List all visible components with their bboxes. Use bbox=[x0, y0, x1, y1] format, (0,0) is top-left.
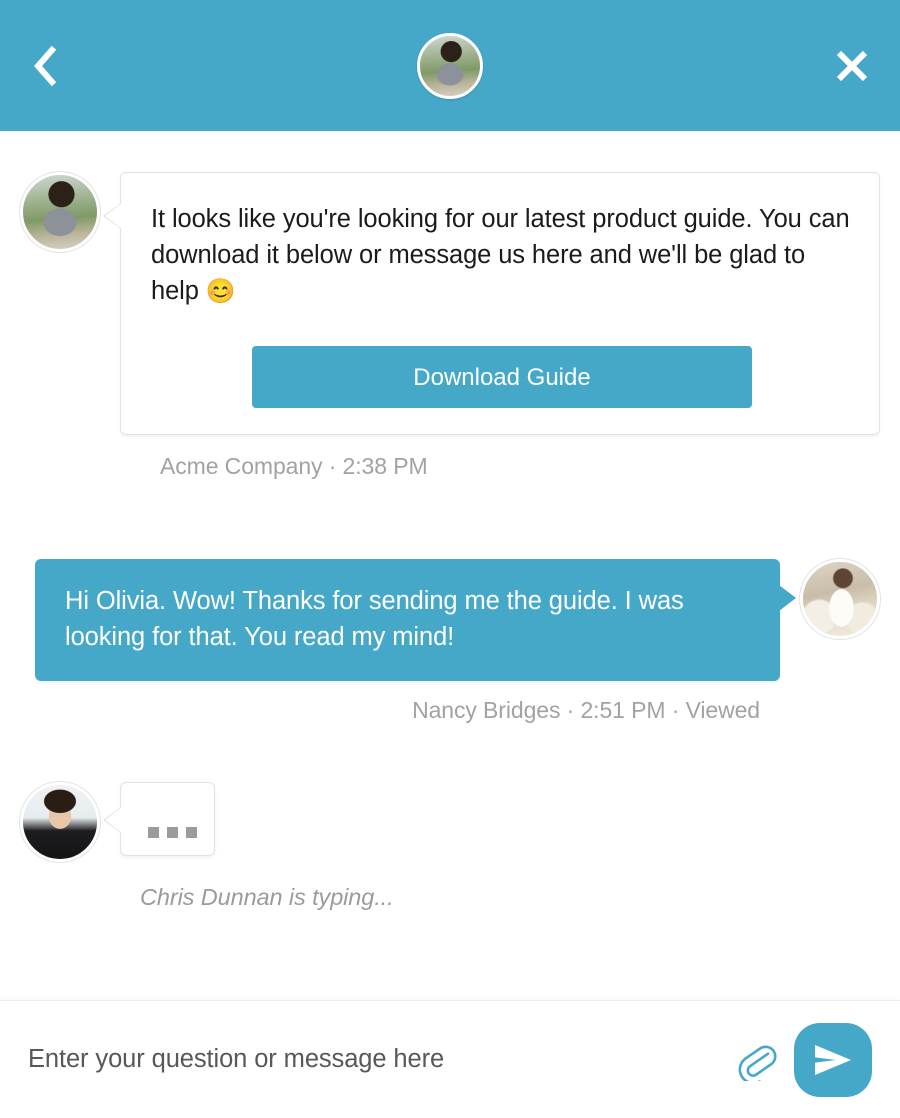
bubble-body: Hi Olivia. Wow! Thanks for sending me th… bbox=[35, 559, 796, 681]
typing-dot bbox=[186, 827, 197, 838]
message-bubble-visitor: Hi Olivia. Wow! Thanks for sending me th… bbox=[35, 559, 796, 681]
close-button[interactable] bbox=[826, 40, 878, 92]
message-text: Hi Olivia. Wow! Thanks for sending me th… bbox=[65, 587, 684, 651]
smiling-face-emoji: 😊 bbox=[205, 278, 236, 305]
typing-dot bbox=[167, 827, 178, 838]
typing-row bbox=[0, 782, 900, 862]
message-row-agent: It looks like you're looking for our lat… bbox=[0, 172, 900, 435]
header-avatar bbox=[417, 32, 483, 99]
back-button[interactable] bbox=[18, 40, 70, 92]
message-list: It looks like you're looking for our lat… bbox=[0, 131, 900, 1000]
chat-header bbox=[0, 0, 900, 131]
message-meta-agent: Acme Company · 2:38 PM bbox=[160, 453, 428, 479]
avatar-chris-dunnan bbox=[20, 782, 100, 862]
message-bubble-agent: It looks like you're looking for our lat… bbox=[103, 172, 880, 435]
composer bbox=[0, 1000, 900, 1118]
send-button[interactable] bbox=[794, 1022, 872, 1097]
avatar-nancy-bridges bbox=[800, 559, 880, 639]
typing-dot bbox=[148, 827, 159, 838]
download-guide-button[interactable]: Download Guide bbox=[252, 346, 752, 408]
chat-widget: It looks like you're looking for our lat… bbox=[0, 0, 900, 1118]
paperclip-icon bbox=[738, 1045, 777, 1081]
send-icon bbox=[815, 1044, 851, 1075]
avatar-olivia bbox=[20, 172, 100, 252]
bubble-body: It looks like you're looking for our lat… bbox=[103, 172, 880, 435]
close-icon bbox=[836, 50, 868, 81]
attach-button[interactable] bbox=[734, 1037, 780, 1083]
message-meta-visitor: Nancy Bridges · 2:51 PM · Viewed bbox=[412, 697, 760, 723]
typing-bubble bbox=[103, 782, 215, 856]
typing-status-label: Chris Dunnan is typing... bbox=[140, 884, 394, 910]
message-text: It looks like you're looking for our lat… bbox=[151, 205, 850, 305]
typing-bubble-wrap bbox=[103, 782, 215, 856]
message-row-visitor: Hi Olivia. Wow! Thanks for sending me th… bbox=[0, 559, 900, 681]
chevron-left-icon bbox=[34, 45, 57, 86]
message-input[interactable] bbox=[28, 1045, 734, 1074]
